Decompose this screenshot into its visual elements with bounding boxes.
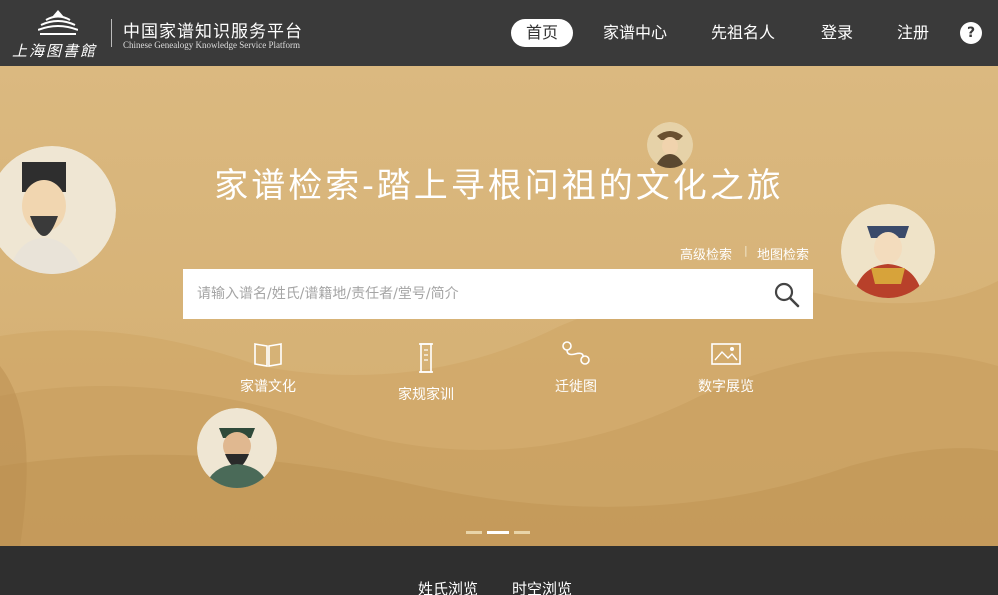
scroll-icon <box>419 343 433 373</box>
nav-family-center[interactable]: 家谱中心 <box>598 19 672 47</box>
hero-banner: 家谱检索-踏上寻根问祖的文化之旅 高级检索 | 地图检索 家谱文化 家规家训 <box>0 66 998 546</box>
book-icon <box>254 343 282 367</box>
platform-name-en: Chinese Genealogy Knowledge Service Plat… <box>123 40 300 50</box>
map-search-link[interactable]: 地图检索 <box>757 244 809 263</box>
gallery-icon <box>711 343 741 365</box>
quick-link-label: 家规家训 <box>398 387 454 403</box>
platform-name-cn[interactable]: 中国家谱知识服务平台 <box>123 17 303 42</box>
ancestor-portrait-empress <box>841 204 935 298</box>
tab-surname-browse[interactable]: 姓氏浏览 <box>418 578 478 595</box>
quick-link-label: 家谱文化 <box>240 379 296 395</box>
search-icon[interactable] <box>773 281 801 309</box>
library-logo-icon <box>38 10 78 35</box>
route-icon <box>562 341 590 365</box>
shanghai-library-logo[interactable]: 上海图書館 <box>12 8 108 60</box>
logo-divider <box>111 19 112 47</box>
quick-link-label: 数字展览 <box>698 379 754 395</box>
advanced-search-link[interactable]: 高级检索 <box>680 244 732 263</box>
top-header: 上海图書館 中国家谱知识服务平台 Chinese Genealogy Knowl… <box>0 0 998 66</box>
logo-text: 上海图書館 <box>12 42 98 60</box>
nav-ancestors[interactable]: 先祖名人 <box>706 19 780 47</box>
quick-link-label: 迁徙图 <box>555 379 597 395</box>
help-icon[interactable]: ? <box>960 22 982 44</box>
banner-title: 家谱检索-踏上寻根问祖的文化之旅 <box>214 166 784 206</box>
carousel-indicator-1[interactable] <box>466 531 482 534</box>
search-box <box>183 269 813 319</box>
ancestor-portrait-sage <box>197 408 277 488</box>
quick-link-digital-exhibition[interactable]: 数字展览 <box>671 340 781 396</box>
nav-login[interactable]: 登录 <box>816 19 858 47</box>
link-separator: | <box>744 244 748 257</box>
carousel-indicator-2-active[interactable] <box>487 531 509 534</box>
search-input[interactable] <box>183 269 763 319</box>
nav-home[interactable]: 首页 <box>511 19 573 47</box>
quick-link-genealogy-culture[interactable]: 家谱文化 <box>213 340 323 396</box>
quick-link-migration-map[interactable]: 迁徙图 <box>521 340 631 396</box>
quick-link-family-rules[interactable]: 家规家训 <box>371 340 481 404</box>
carousel-indicator-3[interactable] <box>514 531 530 534</box>
tab-spacetime-browse[interactable]: 时空浏览 <box>512 578 572 595</box>
browse-tabs-bar: 姓氏浏览 时空浏览 <box>0 546 998 595</box>
nav-register[interactable]: 注册 <box>892 19 934 47</box>
